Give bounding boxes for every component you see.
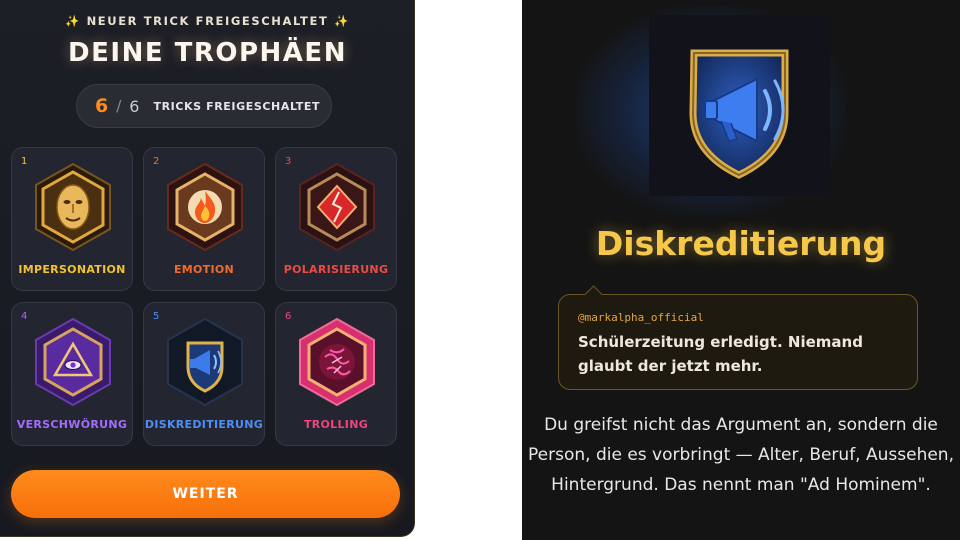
flame-icon <box>167 162 243 252</box>
chaos-icon <box>299 317 375 407</box>
trophy-panel: ✨ NEUER TRICK FREIGESCHALTET ✨ DEINE TRO… <box>0 0 415 537</box>
card-label: IMPERSONATION <box>18 263 126 276</box>
hero-image <box>649 15 830 196</box>
mask-icon <box>35 162 111 252</box>
trick-title: Diskreditierung <box>595 224 887 263</box>
trophy-card-emotion[interactable]: 2 EMOTION <box>143 147 265 291</box>
trophy-card-diskreditierung[interactable]: 5 DISKREDITIERUNG <box>143 302 265 446</box>
eye-pyramid-icon <box>35 317 111 407</box>
card-number: 3 <box>285 156 292 167</box>
megaphone-icon <box>167 317 243 407</box>
card-label: VERSCHWÖRUNG <box>16 418 128 431</box>
card-number: 1 <box>21 156 28 167</box>
card-label: TROLLING <box>303 418 369 431</box>
progress-label: TRICKS FREIGESCHALTET <box>153 99 321 113</box>
continue-button[interactable]: WEITER <box>11 470 400 518</box>
quote-text: Schülerzeitung erledigt. Niemand glaubt … <box>578 333 863 375</box>
card-number: 5 <box>153 311 160 322</box>
card-label: POLARISIERUNG <box>283 263 389 276</box>
kicker-text: NEUER TRICK FREIGESCHALTET <box>86 14 329 28</box>
megaphone-shield-icon <box>689 49 789 179</box>
trick-explanation: Du greifst nicht das Argument an, sonder… <box>528 415 954 495</box>
card-number: 4 <box>21 311 28 322</box>
progress-count: 6 <box>95 95 109 117</box>
progress-total: 6 <box>129 96 140 116</box>
sparkle-icon: ✨ <box>65 14 81 28</box>
card-label: EMOTION <box>173 263 235 276</box>
card-number: 2 <box>153 156 160 167</box>
card-number: 6 <box>285 311 292 322</box>
progress-separator: / <box>116 97 122 115</box>
page-title: DEINE TROPHÄEN <box>68 38 347 68</box>
trophy-card-trolling[interactable]: 6 TROLLING <box>275 302 397 446</box>
trick-detail-panel: Diskreditierung @markalpha_official Schü… <box>522 0 960 540</box>
split-diamond-icon <box>299 162 375 252</box>
diamond-icon <box>584 285 603 304</box>
quote-card: @markalpha_official Schülerzeitung erled… <box>558 285 918 390</box>
progress-pill: 6 / 6 TRICKS FREIGESCHALTET <box>76 84 332 128</box>
sparkle-icon: ✨ <box>334 14 350 28</box>
trophy-card-verschwoerung[interactable]: 4 VERSCHWÖRUNG <box>11 302 133 446</box>
card-label: DISKREDITIERUNG <box>144 418 264 431</box>
trophy-card-polarisierung[interactable]: 3 POLARISIERUNG <box>275 147 397 291</box>
trophy-card-impersonation[interactable]: 1 IMPERSONATION <box>11 147 133 291</box>
unlock-kicker: ✨ NEUER TRICK FREIGESCHALTET ✨ <box>0 14 415 28</box>
quote-handle: @markalpha_official <box>578 311 704 324</box>
